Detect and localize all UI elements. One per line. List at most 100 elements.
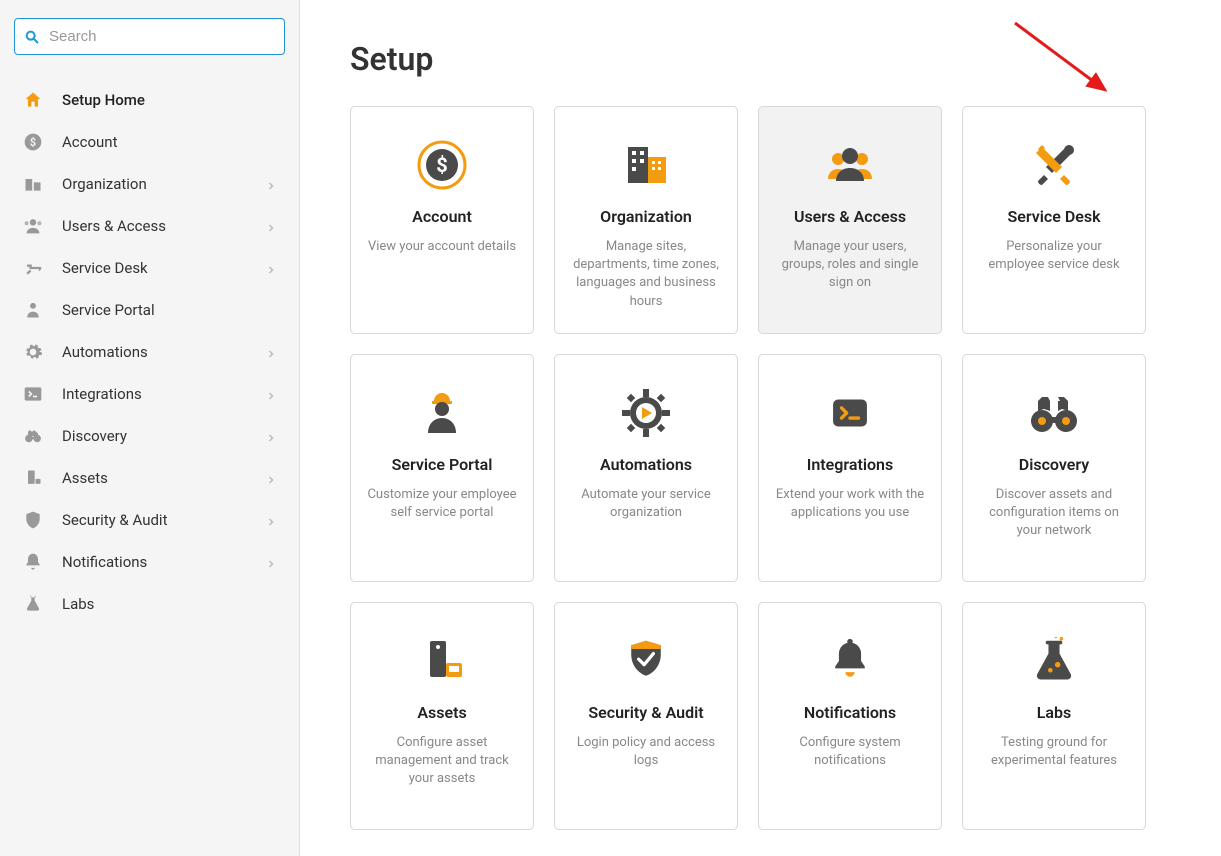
card-title: Integrations xyxy=(807,455,893,474)
sidebar-item-label: Automations xyxy=(62,343,265,361)
card-desc: Configure asset management and track you… xyxy=(367,734,517,789)
page-title: Setup xyxy=(350,40,1171,78)
card-service-portal[interactable]: Service Portal Customize your employee s… xyxy=(350,354,534,582)
card-notifications[interactable]: Notifications Configure system notificat… xyxy=(758,602,942,830)
gear-play-icon xyxy=(620,387,672,439)
sidebar-item-label: Security & Audit xyxy=(62,511,265,529)
sidebar-item-users-access[interactable]: Users & Access xyxy=(14,205,285,247)
svg-text:$: $ xyxy=(30,136,36,149)
flask-icon xyxy=(22,593,44,615)
chevron-right-icon xyxy=(265,388,277,400)
card-desc: Automate your service organization xyxy=(571,486,721,522)
card-integrations[interactable]: Integrations Extend your work with the a… xyxy=(758,354,942,582)
shield-check-icon xyxy=(620,635,672,687)
nav-list: Setup Home $ Account Organization Users … xyxy=(14,79,285,625)
card-title: Automations xyxy=(600,455,692,474)
shield-icon xyxy=(22,509,44,531)
sidebar-item-assets[interactable]: Assets xyxy=(14,457,285,499)
card-title: Labs xyxy=(1037,703,1071,722)
sidebar-item-discovery[interactable]: Discovery xyxy=(14,415,285,457)
chevron-right-icon xyxy=(265,430,277,442)
card-account[interactable]: $ Account View your account details xyxy=(350,106,534,334)
card-desc: Personalize your employee service desk xyxy=(979,238,1129,274)
sidebar-item-label: Organization xyxy=(62,175,265,193)
chevron-right-icon xyxy=(265,262,277,274)
main-content: Setup $ Account View your account detail… xyxy=(300,0,1221,856)
card-title: Discovery xyxy=(1019,455,1089,474)
chevron-right-icon xyxy=(265,220,277,232)
chevron-right-icon xyxy=(265,472,277,484)
terminal-icon xyxy=(824,387,876,439)
server-icon xyxy=(416,635,468,687)
home-icon xyxy=(22,89,44,111)
bell-icon xyxy=(824,635,876,687)
card-desc: View your account details xyxy=(368,238,516,256)
card-assets[interactable]: Assets Configure asset management and tr… xyxy=(350,602,534,830)
sidebar-item-label: Users & Access xyxy=(62,217,265,235)
card-title: Organization xyxy=(600,207,692,226)
card-title: Assets xyxy=(417,703,466,722)
card-security-audit[interactable]: Security & Audit Login policy and access… xyxy=(554,602,738,830)
sidebar-item-labs[interactable]: Labs xyxy=(14,583,285,625)
binoculars-icon xyxy=(1028,387,1080,439)
tools-icon xyxy=(22,257,44,279)
sidebar-item-setup-home[interactable]: Setup Home xyxy=(14,79,285,121)
sidebar-item-label: Notifications xyxy=(62,553,265,571)
card-title: Notifications xyxy=(804,703,896,722)
card-desc: Configure system notifications xyxy=(775,734,925,770)
sidebar: Setup Home $ Account Organization Users … xyxy=(0,0,300,856)
card-desc: Testing ground for experimental features xyxy=(979,734,1129,770)
card-grid: $ Account View your account details Orga… xyxy=(350,106,1171,830)
sidebar-item-service-portal[interactable]: Service Portal xyxy=(14,289,285,331)
sidebar-item-service-desk[interactable]: Service Desk xyxy=(14,247,285,289)
card-desc: Discover assets and configuration items … xyxy=(979,486,1129,541)
sidebar-item-label: Labs xyxy=(62,595,277,613)
card-desc: Customize your employee self service por… xyxy=(367,486,517,522)
person-icon xyxy=(22,299,44,321)
card-desc: Extend your work with the applications y… xyxy=(775,486,925,522)
card-title: Account xyxy=(412,207,472,226)
search-icon xyxy=(24,29,40,45)
terminal-icon xyxy=(22,383,44,405)
search-input[interactable] xyxy=(14,18,285,55)
sidebar-item-organization[interactable]: Organization xyxy=(14,163,285,205)
sidebar-item-notifications[interactable]: Notifications xyxy=(14,541,285,583)
chevron-right-icon xyxy=(265,556,277,568)
card-title: Service Desk xyxy=(1007,207,1100,226)
building-icon xyxy=(620,139,672,191)
card-users-access[interactable]: Users & Access Manage your users, groups… xyxy=(758,106,942,334)
chevron-right-icon xyxy=(265,346,277,358)
card-desc: Manage your users, groups, roles and sin… xyxy=(775,238,925,293)
sidebar-item-security-audit[interactable]: Security & Audit xyxy=(14,499,285,541)
sidebar-item-label: Service Desk xyxy=(62,259,265,277)
sidebar-item-label: Setup Home xyxy=(62,91,277,109)
building-icon xyxy=(22,173,44,195)
card-desc: Manage sites, departments, time zones, l… xyxy=(571,238,721,311)
svg-text:$: $ xyxy=(436,153,447,177)
sidebar-item-automations[interactable]: Automations xyxy=(14,331,285,373)
card-labs[interactable]: Labs Testing ground for experimental fea… xyxy=(962,602,1146,830)
chevron-right-icon xyxy=(265,178,277,190)
card-title: Service Portal xyxy=(392,455,493,474)
dollar-circle-icon: $ xyxy=(416,139,468,191)
search-wrap xyxy=(14,18,285,55)
card-organization[interactable]: Organization Manage sites, departments, … xyxy=(554,106,738,334)
users-icon xyxy=(22,215,44,237)
sidebar-item-label: Service Portal xyxy=(62,301,277,319)
sidebar-item-label: Discovery xyxy=(62,427,265,445)
dollar-circle-icon: $ xyxy=(22,131,44,153)
card-automations[interactable]: Automations Automate your service organi… xyxy=(554,354,738,582)
flask-icon xyxy=(1028,635,1080,687)
sidebar-item-label: Assets xyxy=(62,469,265,487)
card-title: Users & Access xyxy=(794,207,906,226)
sidebar-item-integrations[interactable]: Integrations xyxy=(14,373,285,415)
card-desc: Login policy and access logs xyxy=(571,734,721,770)
sidebar-item-label: Integrations xyxy=(62,385,265,403)
bell-icon xyxy=(22,551,44,573)
card-discovery[interactable]: Discovery Discover assets and configurat… xyxy=(962,354,1146,582)
server-icon xyxy=(22,467,44,489)
chevron-right-icon xyxy=(265,514,277,526)
sidebar-item-account[interactable]: $ Account xyxy=(14,121,285,163)
card-service-desk[interactable]: Service Desk Personalize your employee s… xyxy=(962,106,1146,334)
sidebar-item-label: Account xyxy=(62,133,277,151)
